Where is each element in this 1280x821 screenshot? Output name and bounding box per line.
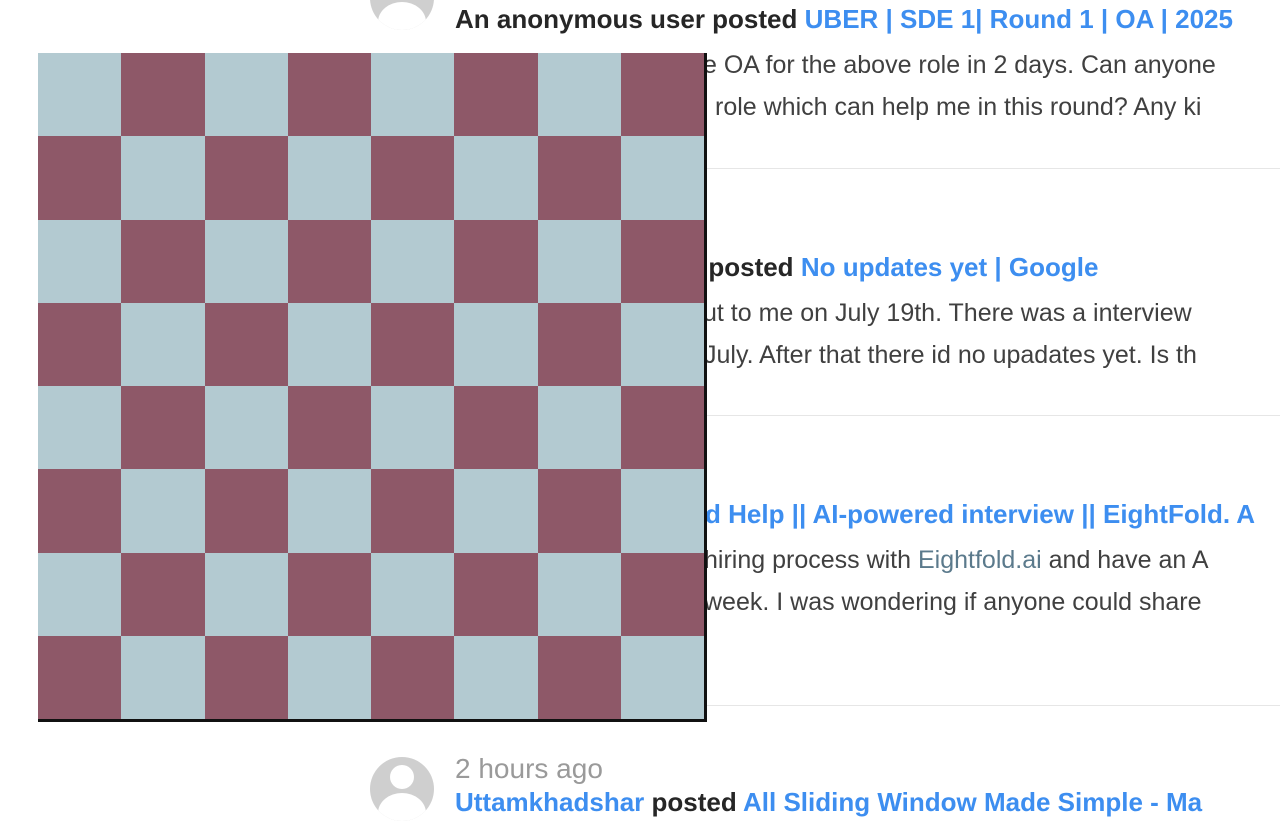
post-title-link[interactable]: All Sliding Window Made Simple - Ma (743, 787, 1202, 817)
light-square (537, 552, 621, 636)
dark-square (204, 136, 288, 220)
light-square (204, 552, 288, 636)
light-square (38, 53, 122, 137)
dark-square (38, 469, 122, 553)
dark-square (121, 552, 205, 636)
light-square (287, 302, 371, 386)
dark-square (620, 552, 704, 636)
light-square (371, 53, 455, 137)
light-square (287, 136, 371, 220)
post-author[interactable]: An anonymous user (455, 4, 705, 34)
dark-square (204, 635, 288, 719)
light-square (371, 219, 455, 303)
light-square (204, 386, 288, 470)
dark-square (121, 53, 205, 137)
light-square (454, 136, 538, 220)
mention-link[interactable]: Eightfold.ai (918, 546, 1042, 574)
avatar[interactable] (370, 757, 434, 821)
post-timestamp: 2 hours ago (455, 753, 603, 784)
dark-square (371, 302, 455, 386)
dark-square (204, 302, 288, 386)
light-square (38, 219, 122, 303)
preview-text: hiring process with (704, 546, 918, 574)
dark-square (454, 552, 538, 636)
dark-square (537, 469, 621, 553)
light-square (121, 302, 205, 386)
light-square (287, 469, 371, 553)
light-square (371, 552, 455, 636)
light-square (204, 53, 288, 137)
dark-square (287, 552, 371, 636)
post-author[interactable]: Uttamkhadshar (455, 787, 644, 817)
light-square (454, 469, 538, 553)
light-square (121, 635, 205, 719)
dark-square (371, 136, 455, 220)
light-square (38, 386, 122, 470)
dark-square (204, 469, 288, 553)
dark-square (454, 219, 538, 303)
checkerboard-image (38, 53, 707, 722)
avatar[interactable] (370, 0, 434, 30)
light-square (287, 635, 371, 719)
light-square (204, 219, 288, 303)
light-square (620, 469, 704, 553)
dark-square (38, 136, 122, 220)
post-verb: posted (651, 787, 737, 817)
dark-square (537, 302, 621, 386)
light-square (121, 469, 205, 553)
light-square (537, 386, 621, 470)
post-title-link[interactable]: No updates yet | Google (801, 252, 1099, 282)
dark-square (287, 53, 371, 137)
checkerboard-grid (38, 53, 704, 719)
dark-square (121, 219, 205, 303)
post-headline: An anonymous user posted UBER | SDE 1| R… (455, 4, 1233, 35)
dark-square (121, 386, 205, 470)
dark-square (287, 386, 371, 470)
light-square (537, 53, 621, 137)
light-square (371, 386, 455, 470)
post-verb: posted (712, 4, 798, 34)
preview-text: and have an A (1041, 546, 1209, 574)
dark-square (454, 53, 538, 137)
light-square (620, 302, 704, 386)
dark-square (371, 469, 455, 553)
dark-square (620, 219, 704, 303)
dark-square (620, 386, 704, 470)
dark-square (537, 635, 621, 719)
light-square (537, 219, 621, 303)
light-square (454, 635, 538, 719)
dark-square (287, 219, 371, 303)
dark-square (537, 136, 621, 220)
dark-square (454, 386, 538, 470)
light-square (454, 302, 538, 386)
dark-square (38, 635, 122, 719)
dark-square (371, 635, 455, 719)
light-square (620, 635, 704, 719)
dark-square (38, 302, 122, 386)
dark-square (620, 53, 704, 137)
post-title-link[interactable]: UBER | SDE 1| Round 1 | OA | 2025 (805, 4, 1233, 34)
post-headline: Uttamkhadshar posted All Sliding Window … (455, 787, 1202, 818)
light-square (121, 136, 205, 220)
light-square (620, 136, 704, 220)
light-square (38, 552, 122, 636)
